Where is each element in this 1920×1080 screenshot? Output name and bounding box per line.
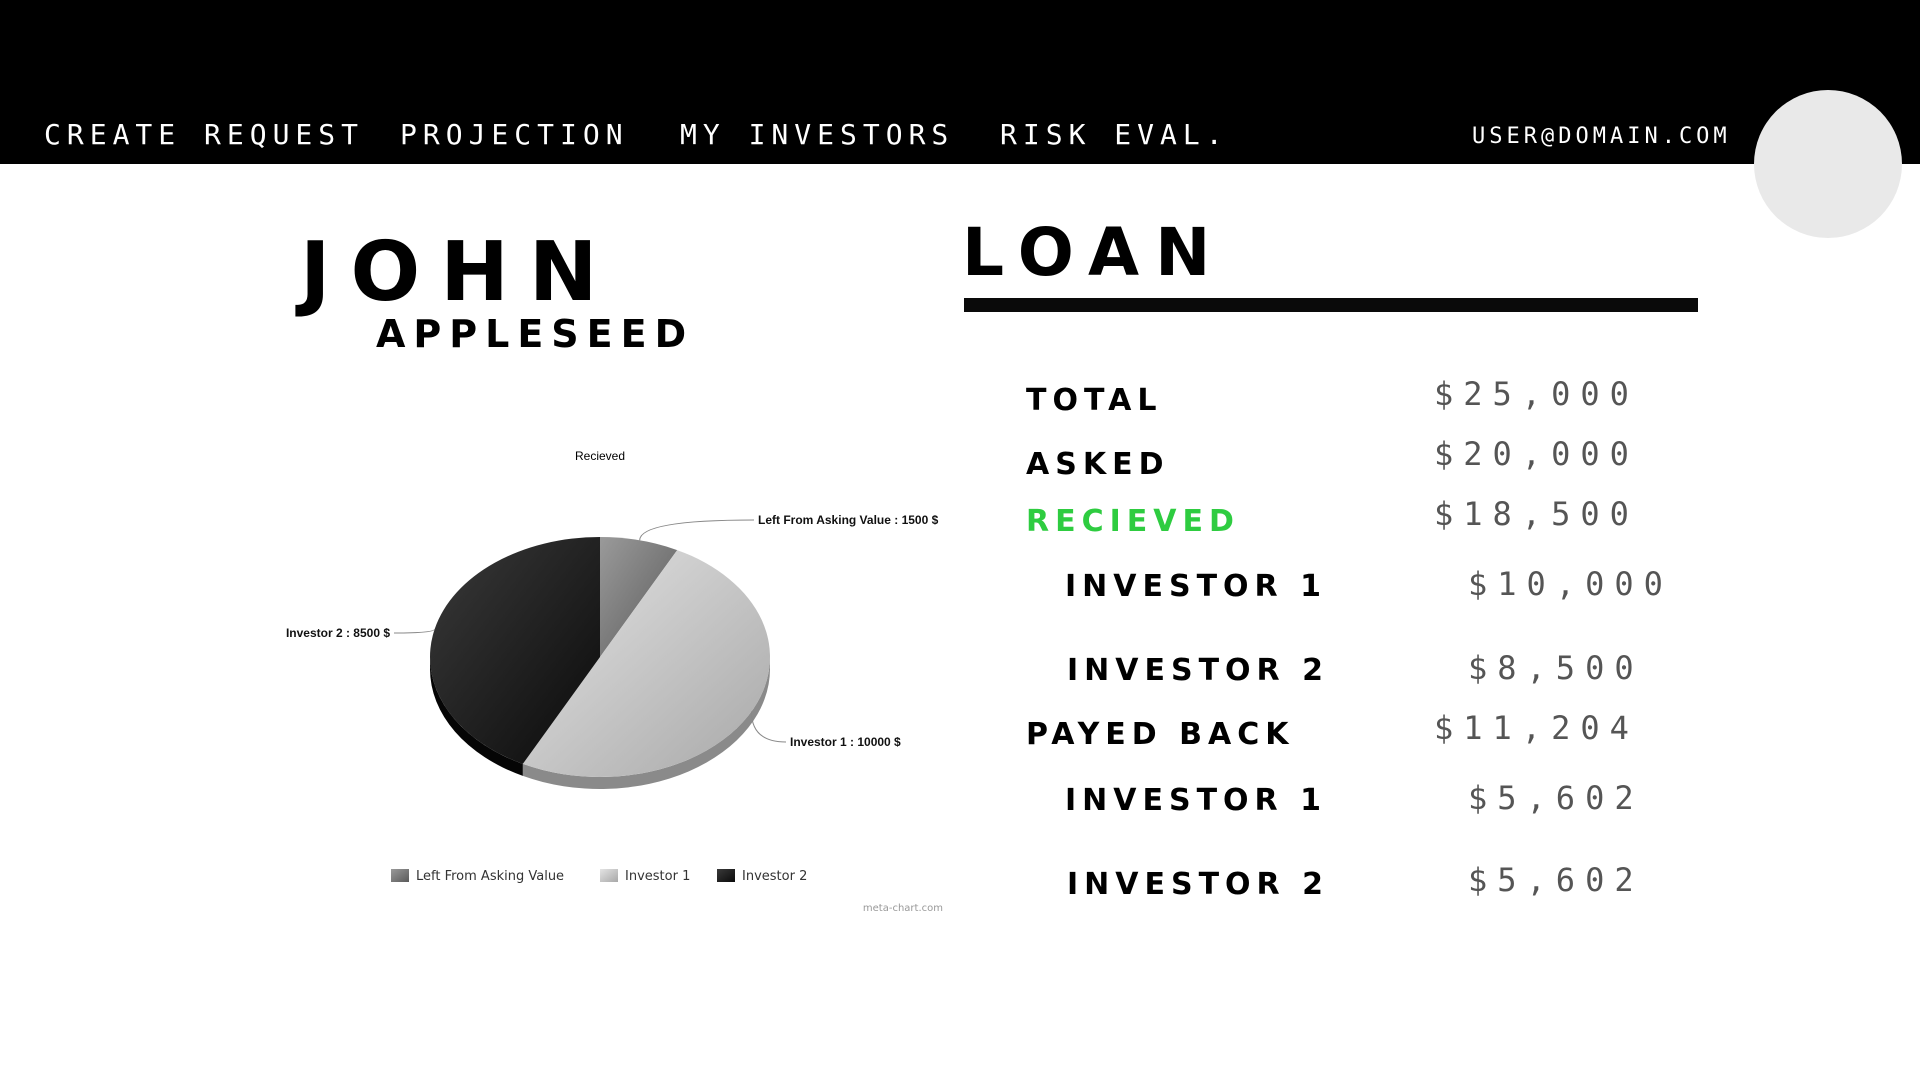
top-navigation-bar: CREATE REQUEST PROJECTION MY INVESTORS R… (0, 0, 1920, 164)
callout-line-investor-1 (750, 711, 787, 743)
legend-swatch-investor-2 (717, 869, 735, 882)
received-pie-chart: Recieved Left From Asking Value : 1500 $… (270, 430, 960, 930)
callout-line-investor-2 (393, 628, 436, 634)
user-email-link[interactable]: USER@DOMAIN.COM (1472, 124, 1731, 149)
profile-last-name: APPLESEED (376, 312, 695, 356)
callout-line-left-from-asking-value (639, 519, 755, 541)
nav-projection[interactable]: PROJECTION (400, 118, 629, 151)
profile-first-name: JOHN (300, 225, 618, 320)
loan-payed-back-value: $11,204 (1434, 709, 1639, 747)
loan-total-value: $25,000 (1434, 375, 1639, 413)
chart-title: Recieved (575, 449, 625, 463)
loan-received-investor2-label: INVESTOR 2 (1067, 653, 1329, 688)
chart-legend: Left From Asking Value Investor 1 Investor… (391, 869, 807, 884)
legend-swatch-investor-1 (600, 869, 618, 882)
loan-received-investor2-value: $8,500 (1468, 649, 1644, 687)
loan-payed-back-label: PAYED BACK (1026, 717, 1295, 752)
loan-payed-investor1-label: INVESTOR 1 (1065, 783, 1327, 818)
data-label-investor-1: Investor 1 : 10000 $ (790, 735, 901, 749)
loan-asked-label: ASKED (1026, 447, 1170, 482)
nav-my-investors[interactable]: MY INVESTORS (680, 118, 954, 151)
loan-payed-investor2-label: INVESTOR 2 (1067, 867, 1329, 902)
loan-title: LOAN (962, 214, 1227, 291)
loan-received-investor1-value: $10,000 (1468, 565, 1673, 603)
avatar[interactable] (1754, 90, 1902, 238)
legend-label-investor-2: Investor 2 (742, 869, 807, 884)
data-label-investor-2: Investor 2 : 8500 $ (286, 626, 390, 640)
loan-divider (964, 298, 1698, 312)
legend-label-left-from-asking-value: Left From Asking Value (416, 869, 564, 884)
data-label-left-from-asking-value: Left From Asking Value : 1500 $ (758, 513, 939, 527)
loan-total-label: TOTAL (1026, 383, 1163, 418)
nav-risk-eval[interactable]: RISK EVAL. (1000, 118, 1229, 151)
loan-payed-investor1-value: $5,602 (1468, 779, 1644, 817)
loan-payed-investor2-value: $5,602 (1468, 861, 1644, 899)
legend-swatch-left-from-asking-value (391, 869, 409, 882)
loan-received-label: RECIEVED (1026, 504, 1240, 539)
legend-label-investor-1: Investor 1 (625, 869, 690, 884)
chart-credit: meta-chart.com (863, 903, 943, 914)
loan-asked-value: $20,000 (1434, 435, 1639, 473)
loan-received-value: $18,500 (1434, 495, 1639, 533)
loan-received-investor1-label: INVESTOR 1 (1065, 569, 1327, 604)
nav-create-request[interactable]: CREATE REQUEST (44, 118, 364, 151)
